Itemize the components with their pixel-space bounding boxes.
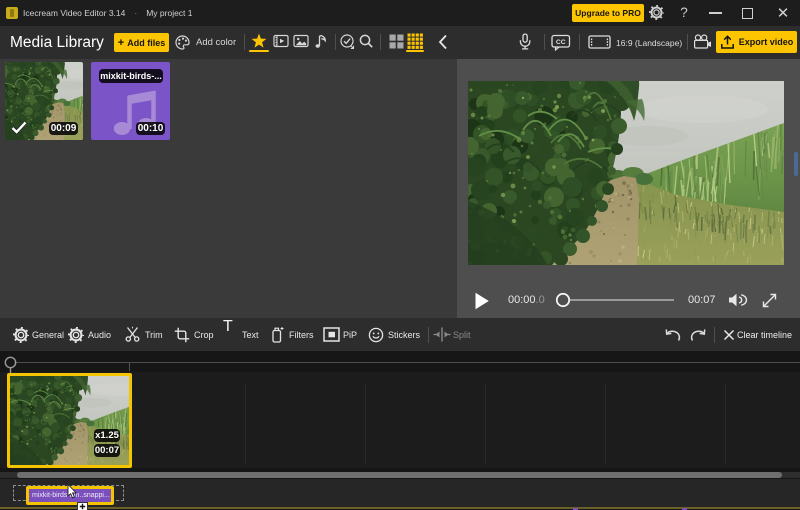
svg-text:CC: CC [556, 39, 566, 46]
